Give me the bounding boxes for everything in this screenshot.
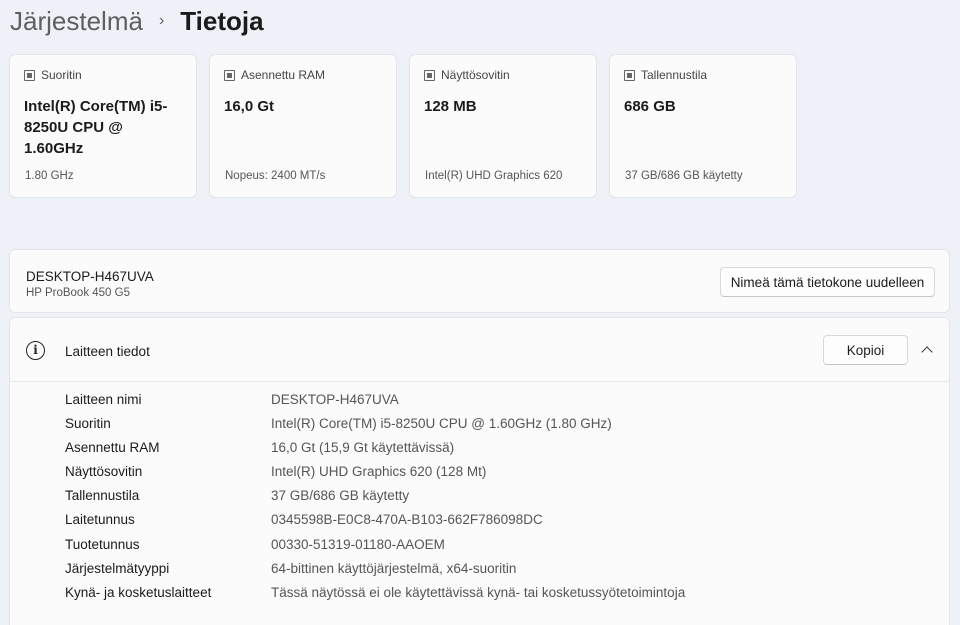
- page-title: Tietoja: [180, 5, 264, 36]
- card-subtext: 1.80 GHz: [25, 170, 74, 182]
- device-specifications-header[interactable]: i Laitteen tiedot Kopioi: [10, 318, 949, 382]
- cpu-icon: [24, 69, 35, 81]
- card-display-adapter: Näyttösovitin 128 MB Intel(R) UHD Graphi…: [409, 54, 597, 198]
- section-title: Laitteen tiedot: [65, 344, 150, 359]
- spec-value: DESKTOP-H467UVA: [271, 392, 399, 407]
- card-label: Asennettu RAM: [241, 68, 326, 82]
- spec-label: Laitteen nimi: [65, 392, 142, 407]
- breadcrumb: Järjestelmä › Tietoja: [10, 2, 264, 40]
- spec-row: Tuotetunnus 00330-51319-01180-AAOEM: [65, 537, 685, 561]
- spec-value: Tässä näytössä ei ole käytettävissä kynä…: [271, 584, 686, 600]
- breadcrumb-parent[interactable]: Järjestelmä: [10, 6, 143, 37]
- spec-value: 16,0 Gt (15,9 Gt käytettävissä): [271, 440, 455, 456]
- card-subtext: Intel(R) UHD Graphics 620: [425, 170, 563, 182]
- spec-list: Laitteen nimi DESKTOP-H467UVA Suoritin I…: [65, 392, 685, 609]
- device-model: HP ProBook 450 G5: [26, 287, 130, 299]
- display-adapter-icon: [424, 69, 435, 81]
- spec-value: 37 GB/686 GB käytetty: [271, 488, 410, 504]
- device-name: DESKTOP-H467UVA: [26, 269, 154, 284]
- spec-row: Tallennustila 37 GB/686 GB käytetty: [65, 488, 685, 512]
- card-subtext: 37 GB/686 GB käytetty: [625, 170, 743, 182]
- spec-label: Asennettu RAM: [65, 440, 160, 456]
- card-label: Näyttösovitin: [441, 68, 510, 82]
- card-value: Intel(R) Core(TM) i5-8250U CPU @ 1.60GHz: [24, 98, 168, 157]
- spec-row: Kynä- ja kosketuslaitteet Tässä näytössä…: [65, 585, 685, 609]
- spec-row: Suoritin Intel(R) Core(TM) i5-8250U CPU …: [65, 416, 685, 440]
- chevron-right-icon: ›: [158, 12, 165, 29]
- spec-cards: Suoritin Intel(R) Core(TM) i5-8250U CPU …: [9, 54, 797, 198]
- spec-label: Järjestelmätyyppi: [65, 560, 170, 576]
- spec-value: 00330-51319-01180-AAOEM: [271, 536, 445, 552]
- spec-row: Laitetunnus 0345598B-E0C8-470A-B103-662F…: [65, 512, 685, 536]
- spec-label: Suoritin: [65, 416, 111, 432]
- device-rename-panel: DESKTOP-H467UVA HP ProBook 450 G5 Nimeä …: [9, 249, 950, 313]
- spec-row: Asennettu RAM 16,0 Gt (15,9 Gt käytettäv…: [65, 440, 685, 464]
- card-storage: Tallennustila 686 GB 37 GB/686 GB käytet…: [609, 54, 797, 198]
- card-subtext: Nopeus: 2400 MT/s: [225, 170, 326, 182]
- spec-value: Intel(R) UHD Graphics 620 (128 Mt): [271, 464, 487, 480]
- card-ram: Asennettu RAM 16,0 Gt Nopeus: 2400 MT/s: [209, 54, 397, 198]
- spec-value: Intel(R) Core(TM) i5-8250U CPU @ 1.60GHz…: [271, 416, 612, 432]
- card-processor: Suoritin Intel(R) Core(TM) i5-8250U CPU …: [9, 54, 197, 198]
- storage-icon: [624, 69, 635, 81]
- spec-label: Laitetunnus: [65, 512, 135, 528]
- spec-label: Kynä- ja kosketuslaitteet: [65, 584, 212, 600]
- spec-value: 64-bittinen käyttöjärjestelmä, x64-suori…: [271, 560, 517, 576]
- info-icon: i: [26, 341, 45, 360]
- device-specifications-panel: i Laitteen tiedot Kopioi Laitteen nimi D…: [9, 317, 950, 625]
- spec-value: 0345598B-E0C8-470A-B103-662F786098DC: [271, 512, 543, 528]
- card-label: Suoritin: [41, 68, 82, 82]
- card-label: Tallennustila: [641, 68, 708, 82]
- rename-pc-button[interactable]: Nimeä tämä tietokone uudelleen: [720, 267, 935, 297]
- spec-label: Tallennustila: [65, 488, 140, 504]
- copy-button[interactable]: Kopioi: [823, 335, 908, 365]
- card-value: 16,0 Gt: [224, 98, 275, 115]
- spec-label: Tuotetunnus: [65, 536, 140, 552]
- chevron-up-icon[interactable]: [918, 340, 936, 358]
- spec-row: Laitteen nimi DESKTOP-H467UVA: [65, 392, 685, 416]
- spec-label: Näyttösovitin: [65, 464, 143, 480]
- spec-row: Järjestelmätyyppi 64-bittinen käyttöjärj…: [65, 561, 685, 585]
- ram-icon: [224, 69, 235, 81]
- card-value: 128 MB: [424, 98, 477, 115]
- spec-row: Näyttösovitin Intel(R) UHD Graphics 620 …: [65, 464, 685, 488]
- card-value: 686 GB: [624, 98, 676, 115]
